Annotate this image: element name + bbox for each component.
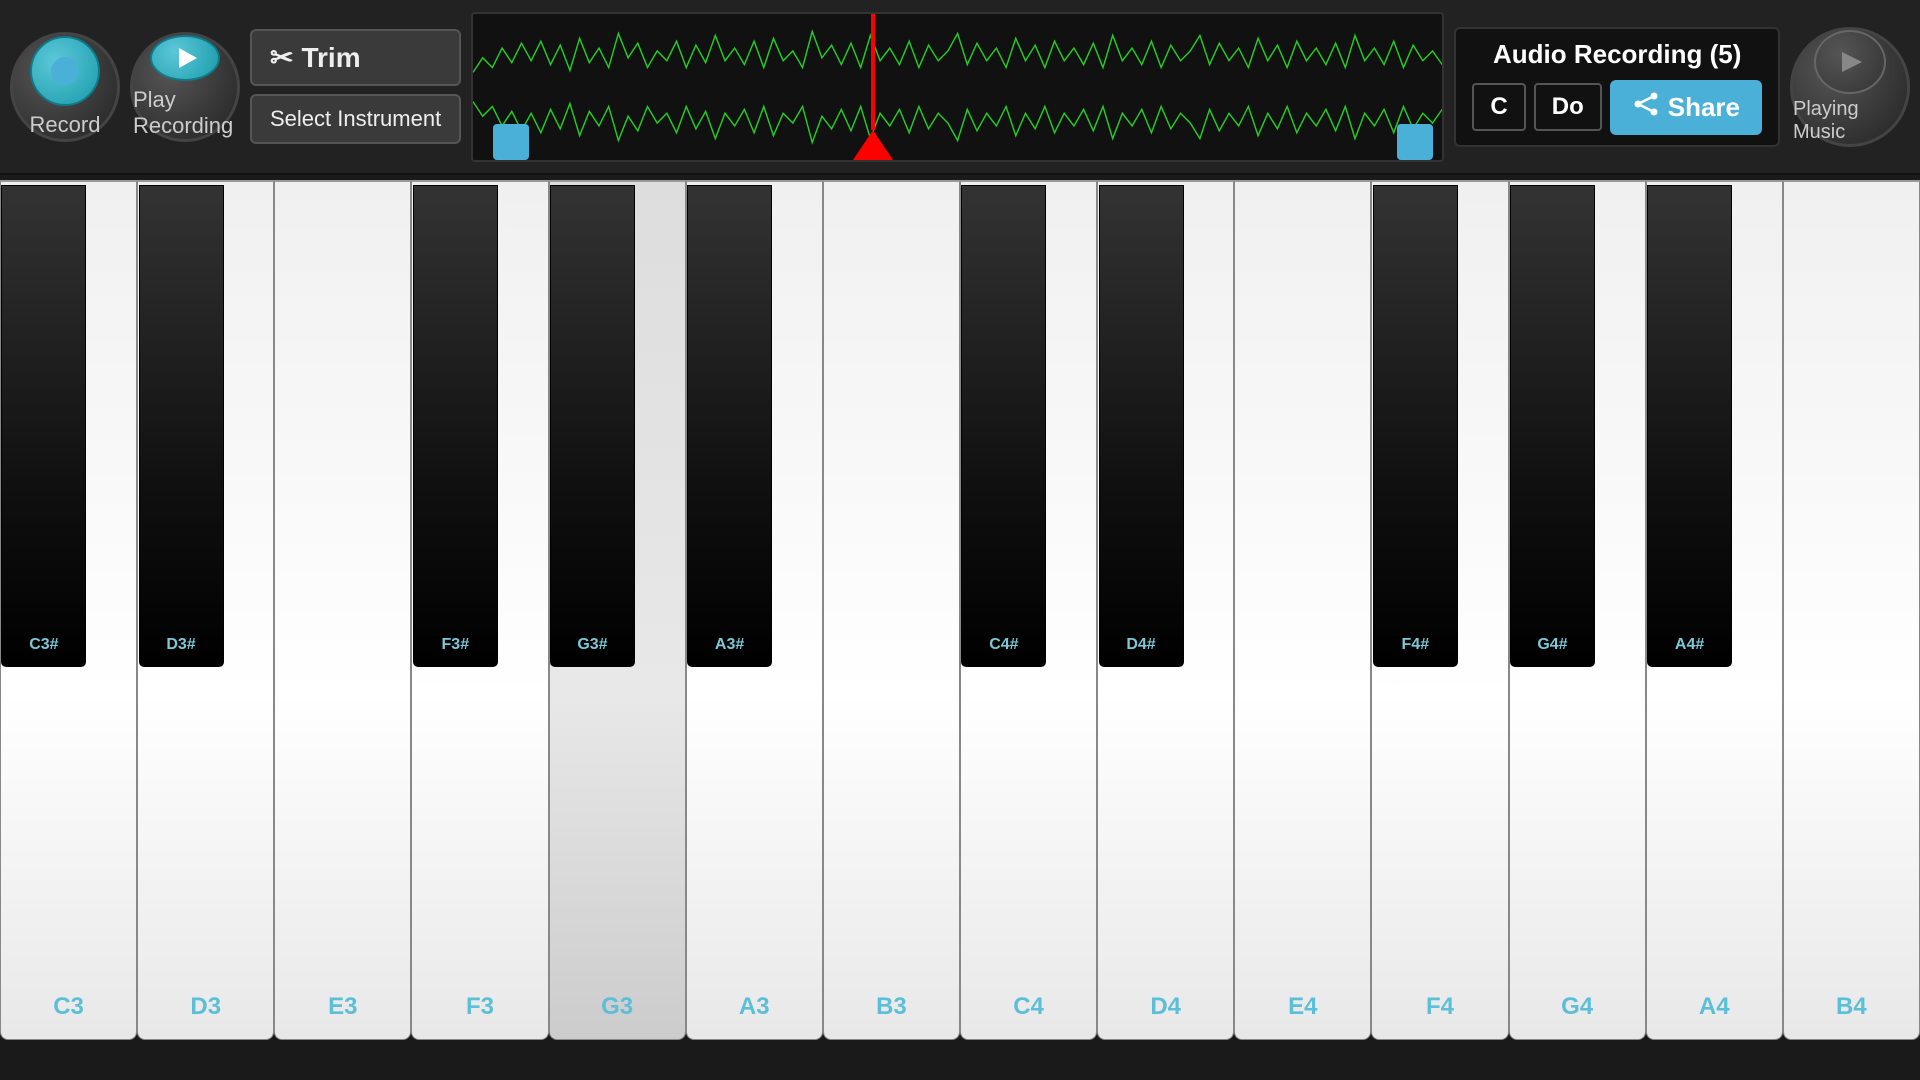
black-key-F3s[interactable]: F3#	[413, 185, 498, 667]
waveform-svg	[473, 14, 1442, 160]
solfege-badge: Do	[1534, 83, 1602, 131]
play-recording-icon	[150, 35, 220, 81]
piano-container: C3 D3 E3 F3 G3 A3 B3 C4 D4 E4 F4 G4 A4 B4 C3# D3# F3# G3#…	[0, 175, 1920, 1055]
play-recording-button[interactable]: Play Recording	[130, 32, 240, 142]
white-key-label-C3: C3	[53, 993, 84, 1021]
white-key-label-F3: F3	[466, 993, 494, 1021]
black-key-label-C4s: C4#	[989, 636, 1018, 654]
black-key-D3s[interactable]: D3#	[139, 185, 224, 667]
top-bar: Record Play Recording ✂ Trim Select Inst…	[0, 0, 1920, 175]
audio-controls-row: C Do Share	[1472, 80, 1762, 135]
trim-handle-right[interactable]	[1397, 124, 1433, 160]
white-key-label-D3: D3	[190, 993, 221, 1021]
white-key-label-G4: G4	[1561, 993, 1593, 1021]
black-key-C3s[interactable]: C3#	[1, 185, 86, 667]
trim-select-group: ✂ Trim Select Instrument	[250, 29, 461, 144]
black-key-C4s[interactable]: C4#	[961, 185, 1046, 667]
black-key-G3s[interactable]: G3#	[550, 185, 635, 667]
key-badge: C	[1472, 83, 1525, 131]
share-button[interactable]: Share	[1610, 80, 1762, 135]
audio-recording-panel: Audio Recording (5) C Do Share	[1454, 27, 1780, 147]
scissors-icon: ✂	[270, 41, 293, 74]
trim-button[interactable]: ✂ Trim	[250, 29, 461, 86]
select-instrument-button[interactable]: Select Instrument	[250, 94, 461, 144]
trim-handle-left[interactable]	[493, 124, 529, 160]
white-key-label-G3: G3	[601, 993, 633, 1021]
playing-music-label: Playing Music	[1793, 98, 1907, 144]
black-key-label-G3s: G3#	[577, 636, 607, 654]
black-key-label-D4s: D4#	[1126, 636, 1155, 654]
piano-keys: C3 D3 E3 F3 G3 A3 B3 C4 D4 E4 F4 G4 A4 B4 C3# D3# F3# G3#…	[0, 180, 1920, 1040]
black-key-G4s[interactable]: G4#	[1510, 185, 1595, 667]
playing-music-icon	[1814, 30, 1886, 94]
white-key-label-E4: E4	[1288, 993, 1317, 1021]
white-key-B4[interactable]: B4	[1783, 180, 1920, 1040]
record-button[interactable]: Record	[10, 32, 120, 142]
black-key-label-A4s: A4#	[1675, 636, 1704, 654]
white-key-E3[interactable]: E3	[274, 180, 411, 1040]
select-instrument-label: Select Instrument	[270, 106, 441, 132]
white-key-B3[interactable]: B3	[823, 180, 960, 1040]
white-key-label-B4: B4	[1836, 993, 1867, 1021]
share-icon	[1632, 90, 1660, 125]
black-key-label-C3s: C3#	[29, 636, 58, 654]
black-key-label-A3s: A3#	[715, 636, 744, 654]
black-key-A3s[interactable]: A3#	[687, 185, 772, 667]
white-key-label-F4: F4	[1426, 993, 1454, 1021]
playing-music-button[interactable]: Playing Music	[1790, 27, 1910, 147]
black-key-F4s[interactable]: F4#	[1373, 185, 1458, 667]
record-label: Record	[30, 112, 101, 138]
white-key-label-D4: D4	[1150, 993, 1181, 1021]
white-key-label-E3: E3	[328, 993, 357, 1021]
white-key-label-A3: A3	[739, 993, 770, 1021]
audio-recording-title: Audio Recording (5)	[1472, 39, 1762, 70]
black-key-label-F4s: F4#	[1402, 636, 1430, 654]
share-label: Share	[1668, 92, 1740, 123]
playhead-triangle	[853, 130, 893, 160]
white-key-label-C4: C4	[1013, 993, 1044, 1021]
waveform-container[interactable]	[471, 12, 1444, 162]
record-icon	[30, 36, 100, 106]
play-recording-label: Play Recording	[133, 87, 237, 139]
black-key-D4s[interactable]: D4#	[1099, 185, 1184, 667]
black-key-label-G4s: G4#	[1537, 636, 1567, 654]
white-key-label-B3: B3	[876, 993, 907, 1021]
playhead[interactable]	[871, 14, 875, 130]
black-key-A4s[interactable]: A4#	[1647, 185, 1732, 667]
white-key-label-A4: A4	[1699, 993, 1730, 1021]
white-key-E4[interactable]: E4	[1234, 180, 1371, 1040]
black-key-label-F3s: F3#	[442, 636, 470, 654]
trim-label: Trim	[301, 42, 360, 74]
black-key-label-D3s: D3#	[166, 636, 195, 654]
